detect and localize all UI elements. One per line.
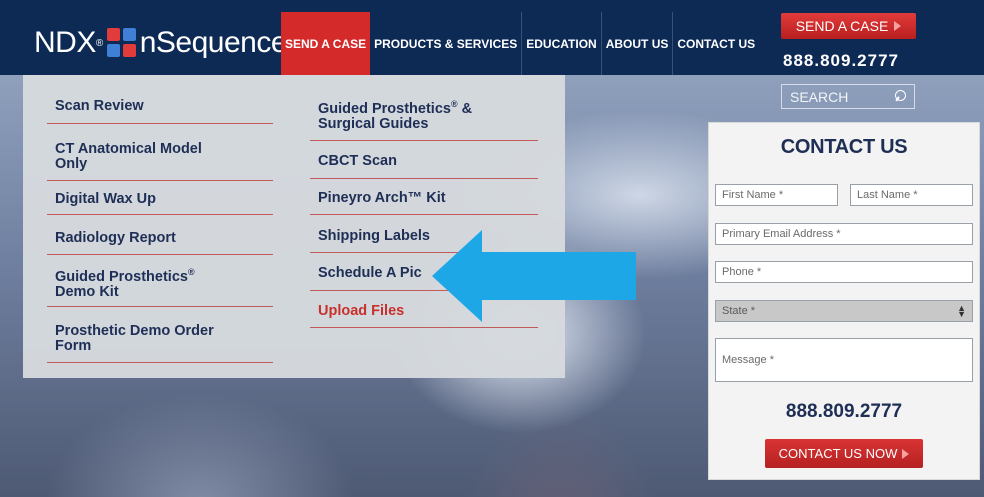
- menu-item-digital-wax-up[interactable]: Digital Wax Up: [47, 185, 273, 215]
- pointer-arrow-icon: [432, 230, 636, 322]
- menu-item-label: CT Anatomical Model: [55, 140, 202, 157]
- message-placeholder: Message *: [722, 354, 774, 366]
- first-name-placeholder: First Name *: [722, 189, 784, 201]
- menu-item-radiology-report[interactable]: Radiology Report: [47, 223, 273, 255]
- search-input[interactable]: SEARCH: [781, 84, 915, 109]
- header-phone[interactable]: 888.809.2777: [783, 51, 899, 71]
- contact-phone[interactable]: 888.809.2777: [709, 401, 979, 423]
- email-placeholder: Primary Email Address *: [722, 228, 841, 240]
- menu-item-label: Guided Prosthetics: [55, 268, 188, 285]
- logo-registered-mark: ®: [95, 37, 103, 49]
- phone-field[interactable]: Phone *: [715, 261, 973, 283]
- menu-item-label: Radiology Report: [55, 230, 176, 246]
- menu-item-label-line2: Form: [55, 337, 92, 354]
- menu-item-ct-anatomical-model[interactable]: CT Anatomical Model Only: [47, 133, 273, 181]
- arrow-right-icon: [902, 448, 910, 459]
- send-a-case-label: SEND A CASE: [795, 18, 889, 34]
- nav-about-us[interactable]: ABOUT US: [602, 12, 674, 75]
- message-textarea[interactable]: Message *: [715, 338, 973, 382]
- menu-item-label: Prosthetic Demo Order: [55, 322, 214, 339]
- logo[interactable]: NDX ® nSequence: [34, 26, 288, 60]
- menu-item-prosthetic-demo-order-form[interactable]: Prosthetic Demo Order Form: [47, 315, 273, 363]
- menu-item-cbct-scan[interactable]: CBCT Scan: [310, 145, 538, 179]
- menu-item-label: Pineyro Arch™ Kit: [318, 190, 446, 206]
- menu-item-label: Guided Prosthetics: [318, 100, 451, 117]
- menu-item-label: Upload Files: [318, 302, 405, 319]
- menu-item-label: Scan Review: [55, 97, 144, 114]
- logo-text-ndx: NDX: [34, 26, 96, 59]
- logo-text-nsequence: nSequence: [139, 26, 288, 59]
- nav-products-services[interactable]: PRODUCTS & SERVICES: [370, 12, 523, 75]
- menu-item-label: CBCT Scan: [318, 153, 397, 169]
- email-field[interactable]: Primary Email Address *: [715, 223, 973, 245]
- main-nav: SEND A CASE PRODUCTS & SERVICES EDUCATIO…: [281, 12, 759, 75]
- contact-us-now-button[interactable]: CONTACT US NOW: [765, 439, 923, 468]
- arrow-right-icon: [894, 21, 902, 31]
- menu-item-label-line2: Demo Kit: [55, 283, 119, 300]
- send-a-case-button[interactable]: SEND A CASE: [781, 13, 916, 39]
- select-arrows-icon: ▲ ▼: [957, 303, 966, 319]
- nav-contact-us[interactable]: CONTACT US: [673, 12, 759, 75]
- top-navigation-bar: NDX ® nSequence SEND A CASE PRODUCTS & SE…: [0, 0, 984, 75]
- menu-item-guided-prosthetics-surgical-guides[interactable]: Guided Prosthetics® & Surgical Guides: [310, 89, 538, 141]
- registered-mark: ®: [187, 267, 195, 278]
- menu-item-scan-review[interactable]: Scan Review: [47, 89, 273, 124]
- last-name-placeholder: Last Name *: [857, 189, 918, 201]
- search-placeholder: SEARCH: [790, 88, 849, 105]
- nav-education[interactable]: EDUCATION: [522, 12, 602, 75]
- menu-item-label-suffix: &: [457, 100, 473, 117]
- menu-item-label: Schedule A Pic: [318, 265, 422, 281]
- search-icon[interactable]: [894, 89, 908, 104]
- contact-form-title: CONTACT US: [780, 136, 908, 158]
- menu-item-label-line2: Only: [55, 155, 88, 172]
- contact-form-panel: CONTACT US First Name * Last Name * Prim…: [708, 122, 980, 480]
- menu-item-label: Digital Wax Up: [55, 191, 156, 207]
- first-name-field[interactable]: First Name *: [715, 184, 838, 206]
- last-name-field[interactable]: Last Name *: [850, 184, 973, 206]
- contact-us-now-label: CONTACT US NOW: [778, 446, 898, 461]
- menu-item-label-line2: Surgical Guides: [318, 115, 429, 132]
- phone-placeholder: Phone *: [722, 266, 762, 278]
- send-a-case-dropdown: Scan Review CT Anatomical Model Only Dig…: [23, 75, 565, 378]
- menu-item-pineyro-arch-kit[interactable]: Pineyro Arch™ Kit: [310, 183, 538, 215]
- logo-cross-icon: [106, 28, 137, 58]
- registered-mark: ®: [450, 99, 458, 110]
- menu-item-guided-prosthetics-demo-kit[interactable]: Guided Prosthetics® Demo Kit: [47, 259, 273, 307]
- nav-send-a-case[interactable]: SEND A CASE: [281, 12, 371, 75]
- state-selected-value: State *: [722, 305, 756, 317]
- state-select[interactable]: State * ▲ ▼: [715, 300, 973, 322]
- menu-item-label: Shipping Labels: [318, 228, 430, 244]
